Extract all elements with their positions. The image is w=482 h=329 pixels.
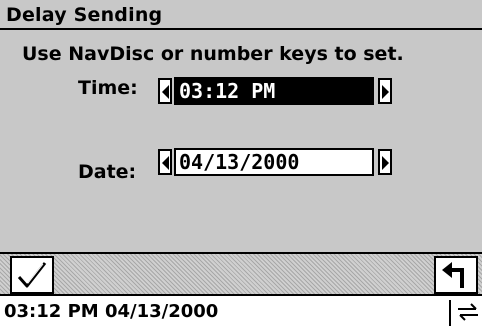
command-bar — [0, 252, 482, 296]
date-increment-button[interactable] — [378, 149, 392, 175]
ok-button[interactable] — [10, 256, 54, 294]
instructions-text: Use NavDisc or number keys to set. — [22, 43, 404, 65]
time-decrement-button[interactable] — [158, 78, 172, 104]
right-arrow-icon — [382, 156, 389, 170]
window-title: Delay Sending — [6, 4, 163, 26]
left-arrow-icon — [162, 156, 169, 170]
right-arrow-icon — [382, 85, 389, 99]
dialog-body: Use NavDisc or number keys to set. Time:… — [0, 30, 482, 252]
status-date: 04/13/2000 — [104, 301, 219, 322]
delay-sending-screen: Delay Sending Use NavDisc or number keys… — [0, 0, 482, 329]
date-label: Date: — [78, 161, 137, 183]
time-increment-button[interactable] — [378, 78, 392, 104]
time-label: Time: — [78, 77, 138, 99]
date-decrement-button[interactable] — [158, 149, 172, 175]
title-bar: Delay Sending — [0, 0, 482, 30]
status-divider — [449, 300, 451, 326]
return-arrow-icon — [442, 262, 464, 288]
status-bar: 03:12 PM 04/13/2000 — [0, 296, 482, 329]
left-arrow-icon — [162, 85, 169, 99]
status-time: 03:12 PM — [4, 301, 99, 322]
time-input[interactable]: 03:12 PM — [174, 77, 374, 105]
status-datetime: 03:12 PM 04/13/2000 — [4, 301, 218, 322]
transfer-arrows-icon — [458, 303, 478, 321]
date-input[interactable]: 04/13/2000 — [174, 148, 374, 176]
back-button[interactable] — [434, 256, 478, 294]
checkmark-icon — [17, 262, 47, 288]
